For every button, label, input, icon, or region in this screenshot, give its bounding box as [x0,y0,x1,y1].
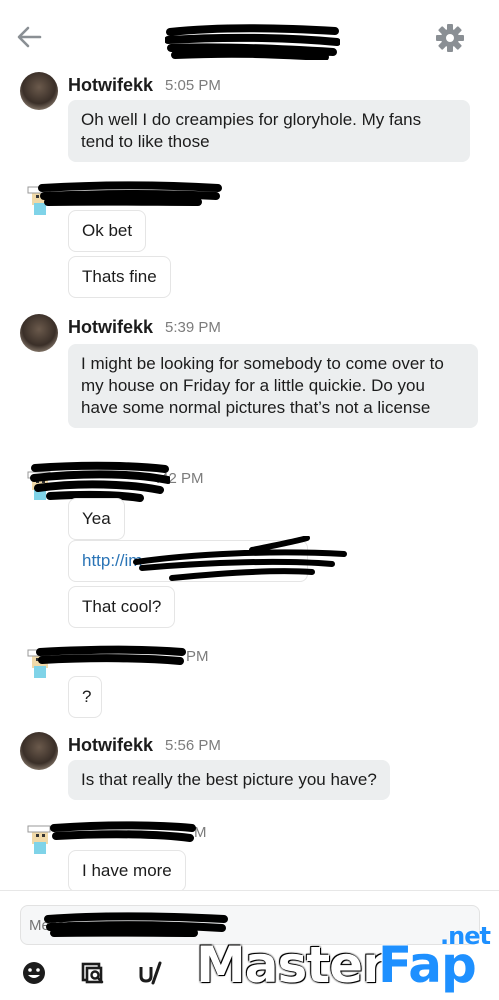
username: Hotwifekk [68,317,154,337]
message-bubble: Yea [68,498,125,540]
gear-icon[interactable] [434,22,466,54]
message-bubble: I have more [68,850,186,892]
avatar[interactable] [20,72,58,110]
username: Hotwifekk [68,735,154,755]
redacted-username [38,181,222,206]
message-bubble: Thats fine [68,256,171,298]
back-arrow-icon[interactable] [14,22,44,52]
avatar[interactable] [20,314,58,352]
redacted-username [36,645,186,665]
message-bubble: Is that really the best picture you have… [68,760,390,800]
watermark-master: Master [196,936,387,994]
chat-header [0,0,499,72]
username[interactable]: Hotwifekk [68,75,153,96]
emoji-icon[interactable] [20,959,48,987]
watermark-net: .net [440,922,491,950]
watermark: Master Fap .net [196,922,496,1000]
redacted-chat-title [165,24,340,60]
timestamp: 5:39 PM [165,319,221,336]
gallery-search-icon[interactable] [80,959,108,987]
message-bubble: Oh well I do creampies for gloryhole. My… [68,100,470,162]
timestamp: PM [186,648,209,665]
username-icon[interactable] [138,959,164,987]
redacted-username [50,821,196,842]
avatar[interactable] [20,732,58,770]
redacted-link [133,536,347,581]
message-bubble: ? [68,676,102,718]
timestamp: 5:05 PM [165,77,221,94]
message-bubble: I might be looking for somebody to come … [68,344,478,428]
timestamp: 5:56 PM [165,737,221,754]
message-bubble: That cool? [68,586,176,628]
message-bubble: Ok bet [68,210,147,252]
